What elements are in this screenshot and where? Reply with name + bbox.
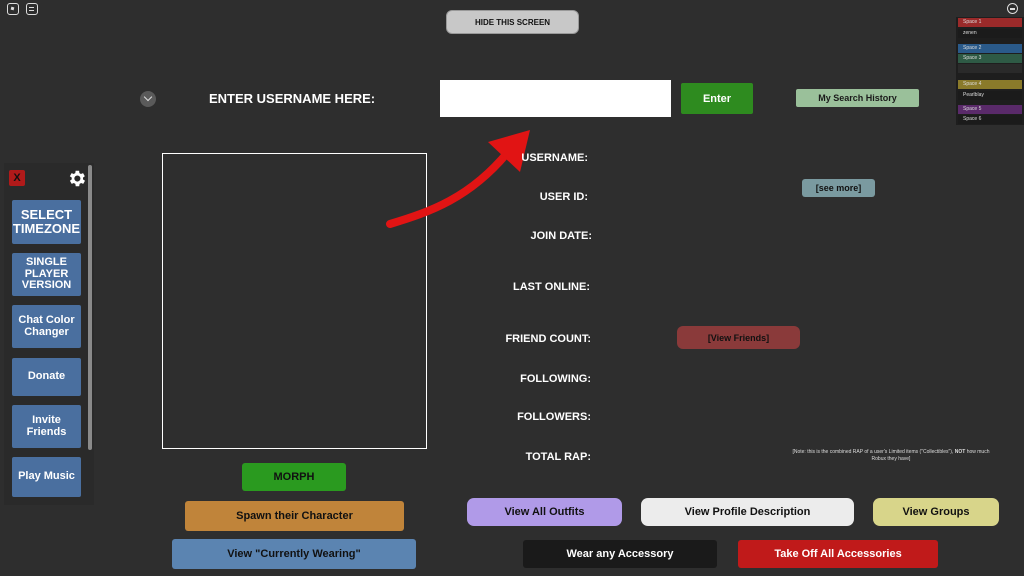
morph-button[interactable]: MORPH	[242, 463, 346, 491]
select-timezone-button[interactable]: SELECT TIMEZONE	[12, 200, 81, 244]
minimize-icon[interactable]	[1007, 3, 1018, 14]
space-row[interactable]: Space 5	[958, 105, 1022, 114]
wear-accessory-button[interactable]: Wear any Accessory	[523, 540, 717, 568]
space-row[interactable]	[958, 64, 1022, 73]
username-input[interactable]	[440, 80, 671, 117]
followers-label: FOLLOWERS:	[517, 411, 591, 423]
total-rap-label: TOTAL RAP:	[525, 451, 591, 463]
spawn-character-button[interactable]: Spawn their Character	[185, 501, 404, 531]
currently-wearing-button[interactable]: View "Currently Wearing"	[172, 539, 416, 569]
search-history-button[interactable]: My Search History	[796, 89, 919, 107]
space-row[interactable]: Space 1	[958, 18, 1022, 27]
username-label: USERNAME:	[521, 152, 588, 164]
play-music-button[interactable]: Play Music	[12, 457, 81, 497]
view-friends-button[interactable]: [View Friends]	[677, 326, 800, 349]
rap-note: [Note: this is the combined RAP of a use…	[787, 449, 995, 462]
user-id-label: USER ID:	[539, 191, 588, 203]
following-label: FOLLOWING:	[520, 373, 591, 385]
sidebar-scrollbar[interactable]	[88, 165, 92, 450]
space-row[interactable]: Space 6	[958, 115, 1022, 124]
single-player-button[interactable]: SINGLE PLAYER VERSION	[12, 253, 81, 296]
gear-icon[interactable]	[66, 168, 87, 189]
rap-note-emphasis: NOT	[954, 449, 966, 455]
enter-button[interactable]: Enter	[681, 83, 753, 114]
chat-color-button[interactable]: Chat Color Changer	[12, 305, 81, 348]
view-outfits-button[interactable]: View All Outfits	[467, 498, 622, 526]
space-row[interactable]: zenen	[958, 29, 1022, 38]
space-row[interactable]: Space 4	[958, 80, 1022, 89]
space-row[interactable]: Space 3	[958, 54, 1022, 63]
view-profile-description-button[interactable]: View Profile Description	[641, 498, 854, 526]
friend-count-label: FRIEND COUNT:	[505, 333, 591, 345]
donate-button[interactable]: Donate	[12, 358, 81, 396]
rap-note-text: [Note: this is the combined RAP of a use…	[792, 449, 955, 455]
space-row[interactable]: Space 2	[958, 44, 1022, 53]
chat-icon[interactable]	[26, 3, 38, 15]
join-date-label: JOIN DATE:	[530, 230, 592, 242]
view-groups-button[interactable]: View Groups	[873, 498, 999, 526]
last-online-label: LAST ONLINE:	[513, 281, 590, 293]
pointer-arrow-graphic	[386, 130, 530, 228]
hide-screen-button[interactable]: HIDE THIS SCREEN	[446, 10, 579, 34]
take-off-accessories-button[interactable]: Take Off All Accessories	[738, 540, 938, 568]
username-prompt: ENTER USERNAME HERE:	[209, 91, 376, 106]
roblox-menu-icon[interactable]	[7, 3, 19, 15]
chevron-down-icon[interactable]	[140, 91, 156, 107]
invite-friends-button[interactable]: Invite Friends	[12, 405, 81, 448]
see-more-button[interactable]: [see more]	[802, 179, 875, 197]
close-sidebar-button[interactable]: X	[9, 170, 25, 186]
space-row[interactable]: Pearlblay	[958, 91, 1022, 100]
